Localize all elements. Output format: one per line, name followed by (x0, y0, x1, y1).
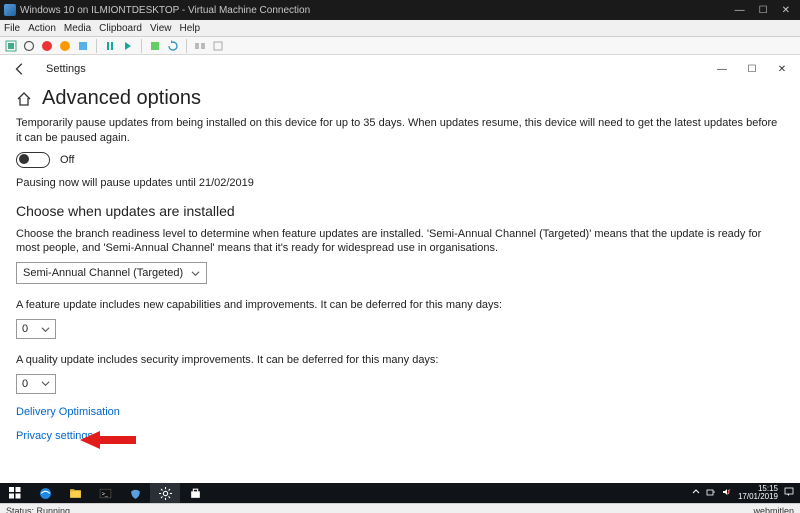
vm-toolbar (0, 37, 800, 55)
vm-menu-clipboard[interactable]: Clipboard (99, 23, 142, 34)
page-title-row: Advanced options (16, 87, 784, 110)
system-tray: 15:15 17/01/2019 (692, 485, 800, 501)
delivery-optimisation-link[interactable]: Delivery Optimisation (16, 406, 784, 418)
start-button[interactable] (0, 483, 30, 503)
vm-app-icon (4, 4, 16, 16)
settings-close-button[interactable]: ✕ (776, 63, 788, 75)
quality-defer-value: 0 (22, 378, 28, 390)
tray-network-icon[interactable] (706, 487, 716, 499)
vm-tool-enhanced-icon[interactable] (193, 39, 207, 53)
taskbar-settings-icon[interactable] (150, 483, 180, 503)
vm-status-text: Status: Running (6, 506, 70, 513)
vm-tool-shutdown-icon[interactable] (58, 39, 72, 53)
quality-defer-text: A quality update includes security impro… (16, 353, 784, 368)
vm-tool-ctrlaltdel-icon[interactable] (4, 39, 18, 53)
guest-taskbar: >_ 15:15 17/01/2019 (0, 483, 800, 503)
taskbar-date: 17/01/2019 (738, 493, 778, 501)
settings-maximize-button[interactable]: ☐ (746, 63, 758, 75)
settings-window-controls: — ☐ ✕ (716, 63, 788, 75)
annotation-arrow (80, 429, 136, 456)
taskbar-app-icon[interactable] (120, 483, 150, 503)
feature-defer-text: A feature update includes new capabiliti… (16, 298, 784, 313)
vm-tool-checkpoint-icon[interactable] (148, 39, 162, 53)
tray-notifications-icon[interactable] (784, 487, 794, 499)
vm-titlebar: Windows 10 on ILMIONTDESKTOP - Virtual M… (0, 0, 800, 20)
pause-status: Pausing now will pause updates until 21/… (16, 176, 784, 191)
pause-description: Temporarily pause updates from being ins… (16, 116, 784, 146)
branch-readiness-value: Semi-Annual Channel (Targeted) (23, 267, 183, 279)
vm-close-button[interactable]: ✕ (782, 5, 790, 16)
settings-header: Settings — ☐ ✕ (0, 55, 800, 83)
pause-toggle-row: Off (16, 152, 784, 168)
pause-toggle-label: Off (60, 154, 74, 166)
tray-chevron-up-icon[interactable] (692, 488, 700, 498)
taskbar-clock[interactable]: 15:15 17/01/2019 (738, 485, 778, 501)
home-icon[interactable] (16, 91, 32, 107)
chevron-down-icon (41, 379, 50, 388)
chevron-down-icon (191, 269, 200, 278)
tray-volume-icon[interactable] (722, 487, 732, 499)
settings-page: Advanced options Temporarily pause updat… (0, 83, 800, 442)
vm-statusbar: Status: Running webmitlen (0, 503, 800, 513)
vm-tool-pause-icon[interactable] (103, 39, 117, 53)
choose-section-title: Choose when updates are installed (16, 203, 784, 219)
vm-title: Windows 10 on ILMIONTDESKTOP - Virtual M… (20, 5, 735, 16)
taskbar-edge-icon[interactable] (30, 483, 60, 503)
vm-tool-revert-icon[interactable] (166, 39, 180, 53)
feature-defer-value: 0 (22, 323, 28, 335)
vm-status-right: webmitlen (753, 506, 794, 513)
chevron-down-icon (41, 325, 50, 334)
vm-tool-share-icon[interactable] (211, 39, 225, 53)
pause-toggle[interactable] (16, 152, 50, 168)
vm-menu-action[interactable]: Action (28, 23, 56, 34)
feature-defer-dropdown[interactable]: 0 (16, 319, 56, 339)
settings-label: Settings (46, 63, 86, 75)
taskbar-explorer-icon[interactable] (60, 483, 90, 503)
vm-menubar: File Action Media Clipboard View Help (0, 20, 800, 37)
taskbar-terminal-icon[interactable]: >_ (90, 483, 120, 503)
vm-menu-media[interactable]: Media (64, 23, 91, 34)
vm-window-controls: — ☐ ✕ (735, 5, 796, 16)
taskbar-store-icon[interactable] (180, 483, 210, 503)
vm-tool-stop-icon[interactable] (40, 39, 54, 53)
vm-maximize-button[interactable]: ☐ (759, 5, 768, 16)
svg-text:>_: >_ (101, 491, 108, 497)
quality-defer-dropdown[interactable]: 0 (16, 374, 56, 394)
guest-screen: Settings — ☐ ✕ Advanced options Temporar… (0, 55, 800, 483)
page-title: Advanced options (42, 87, 201, 110)
settings-minimize-button[interactable]: — (716, 63, 728, 75)
vm-menu-help[interactable]: Help (179, 23, 200, 34)
vm-tool-start-icon[interactable] (22, 39, 36, 53)
back-button[interactable] (12, 61, 28, 77)
vm-tool-save-icon[interactable] (76, 39, 90, 53)
vm-menu-view[interactable]: View (150, 23, 172, 34)
branch-readiness-dropdown[interactable]: Semi-Annual Channel (Targeted) (16, 262, 207, 284)
vm-minimize-button[interactable]: — (735, 5, 745, 16)
vm-menu-file[interactable]: File (4, 23, 20, 34)
vm-tool-reset-icon[interactable] (121, 39, 135, 53)
choose-description: Choose the branch readiness level to det… (16, 227, 784, 257)
